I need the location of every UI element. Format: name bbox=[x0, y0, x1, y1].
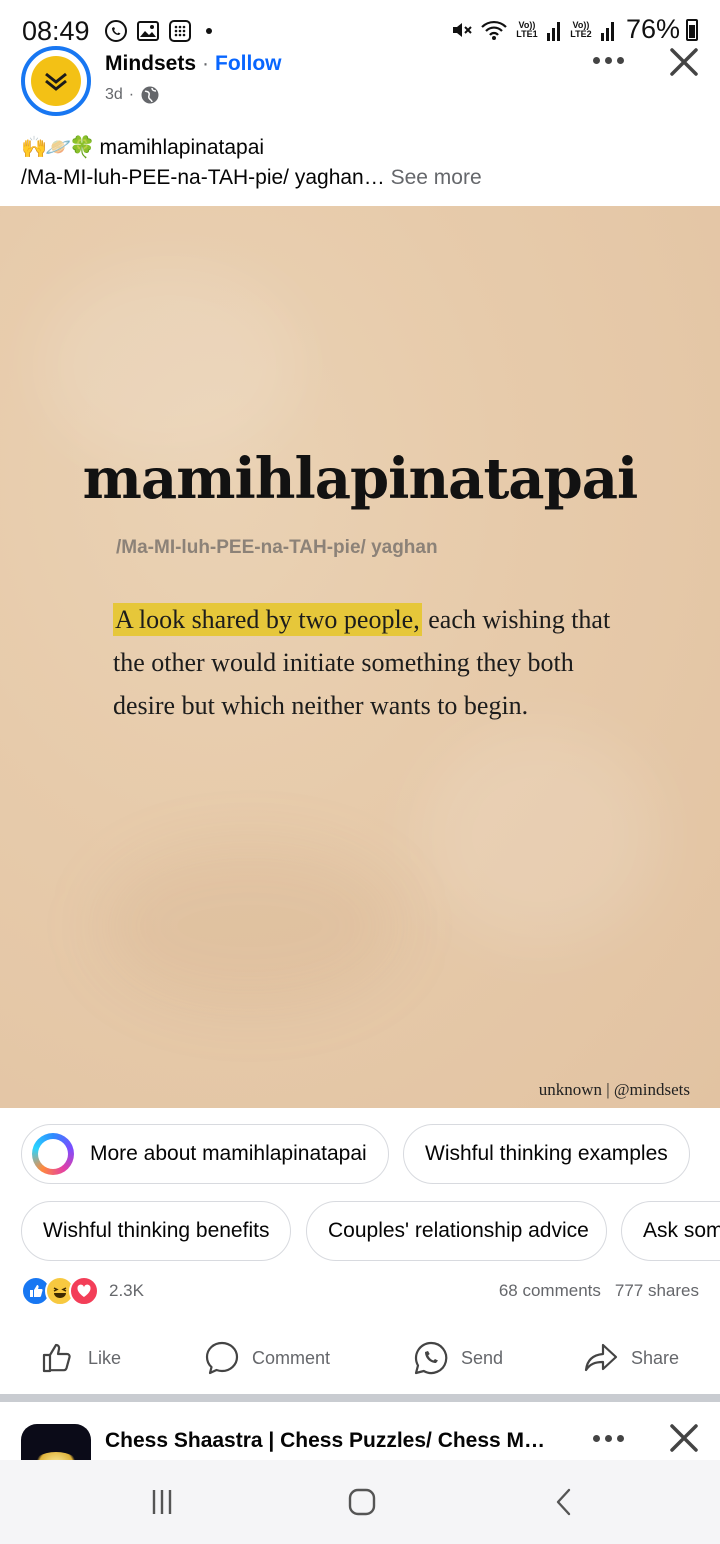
system-nav-bar bbox=[0, 1460, 720, 1544]
suggestion-chip-more-about[interactable]: More about mamihlapinatapai bbox=[21, 1124, 389, 1184]
share-icon bbox=[584, 1343, 618, 1372]
reactions-summary[interactable]: 2.3K bbox=[21, 1276, 144, 1306]
comment-icon bbox=[205, 1341, 239, 1375]
suggestion-chip-couples-advice[interactable]: Couples' relationship advice bbox=[306, 1201, 607, 1261]
signal-icon bbox=[600, 21, 614, 41]
back-button[interactable] bbox=[544, 1484, 584, 1520]
mute-icon bbox=[452, 22, 472, 37]
suggestion-chip-ask[interactable]: Ask som bbox=[621, 1201, 720, 1261]
definition-highlight: A look shared by two people, bbox=[113, 603, 422, 636]
comment-button[interactable]: Comment bbox=[204, 1338, 330, 1378]
reactions-count: 2.3K bbox=[109, 1281, 144, 1300]
caption-line-1: mamihlapinatapai bbox=[99, 136, 265, 159]
battery-percent: 76% bbox=[625, 14, 680, 44]
suggestion-chip-wishful-benefits[interactable]: Wishful thinking benefits bbox=[21, 1201, 291, 1261]
caption-emoji: 🙌🪐🍀 bbox=[21, 136, 95, 159]
wifi-icon bbox=[481, 20, 507, 40]
globe-icon bbox=[141, 86, 159, 104]
battery-icon bbox=[686, 18, 698, 41]
page-name[interactable]: Mindsets bbox=[105, 52, 196, 76]
like-button[interactable]: Like bbox=[40, 1338, 121, 1378]
back-icon bbox=[556, 1488, 571, 1516]
next-post-close-icon[interactable] bbox=[664, 1418, 704, 1458]
comments-count[interactable]: 68 comments bbox=[499, 1281, 601, 1301]
caption-line-2: /Ma-MI-luh-PEE-na-TAH-pie/ yaghan… bbox=[21, 166, 385, 189]
send-button[interactable]: Send bbox=[413, 1338, 503, 1378]
post-caption: 🙌🪐🍀 mamihlapinatapai /Ma-MI-luh-PEE-na-TA… bbox=[21, 133, 701, 193]
home-button[interactable] bbox=[342, 1484, 382, 1520]
sim1-label: Vo)) LTE1 bbox=[516, 19, 538, 39]
close-icon[interactable] bbox=[664, 42, 704, 82]
see-more-link[interactable]: See more bbox=[391, 166, 482, 189]
recent-apps-button[interactable] bbox=[142, 1484, 182, 1520]
next-post-more-button[interactable] bbox=[588, 1424, 628, 1452]
recent-apps-icon bbox=[152, 1490, 172, 1514]
calculator-icon bbox=[169, 20, 191, 42]
status-time: 08:49 bbox=[22, 16, 90, 46]
meta-ai-icon bbox=[32, 1133, 74, 1175]
image-credit: unknown | @mindsets bbox=[538, 1080, 690, 1099]
definition: A look shared by two people, each wishin… bbox=[113, 598, 633, 727]
gallery-icon bbox=[137, 21, 159, 41]
word-title: mamihlapinatapai bbox=[82, 446, 639, 512]
home-icon bbox=[348, 1488, 376, 1516]
shares-count[interactable]: 777 shares bbox=[615, 1281, 699, 1301]
suggestion-chip-wishful-examples[interactable]: Wishful thinking examples bbox=[403, 1124, 690, 1184]
post-divider bbox=[0, 1394, 720, 1402]
next-post-title[interactable]: Chess Shaastra | Chess Puzzles/ Chess Me… bbox=[105, 1429, 555, 1453]
notification-dot bbox=[206, 28, 212, 34]
more-options-button[interactable] bbox=[588, 46, 628, 74]
whatsapp-send-icon bbox=[414, 1341, 448, 1375]
signal-icon bbox=[546, 21, 560, 41]
sim2-label: Vo)) LTE2 bbox=[570, 19, 592, 39]
whatsapp-icon bbox=[105, 20, 127, 42]
follow-button[interactable]: Follow bbox=[215, 52, 282, 76]
share-button[interactable]: Share bbox=[583, 1338, 679, 1378]
pronunciation: /Ma-MI-luh-PEE-na-TAH-pie/ yaghan bbox=[116, 537, 438, 558]
mindsets-logo-icon bbox=[31, 56, 81, 106]
post-age: 3d bbox=[105, 86, 123, 103]
post-image[interactable]: mamihlapinatapai /Ma-MI-luh-PEE-na-TAH-p… bbox=[0, 206, 720, 1108]
page-avatar[interactable] bbox=[21, 46, 91, 116]
like-icon bbox=[42, 1343, 71, 1373]
love-reaction-icon bbox=[69, 1276, 99, 1306]
